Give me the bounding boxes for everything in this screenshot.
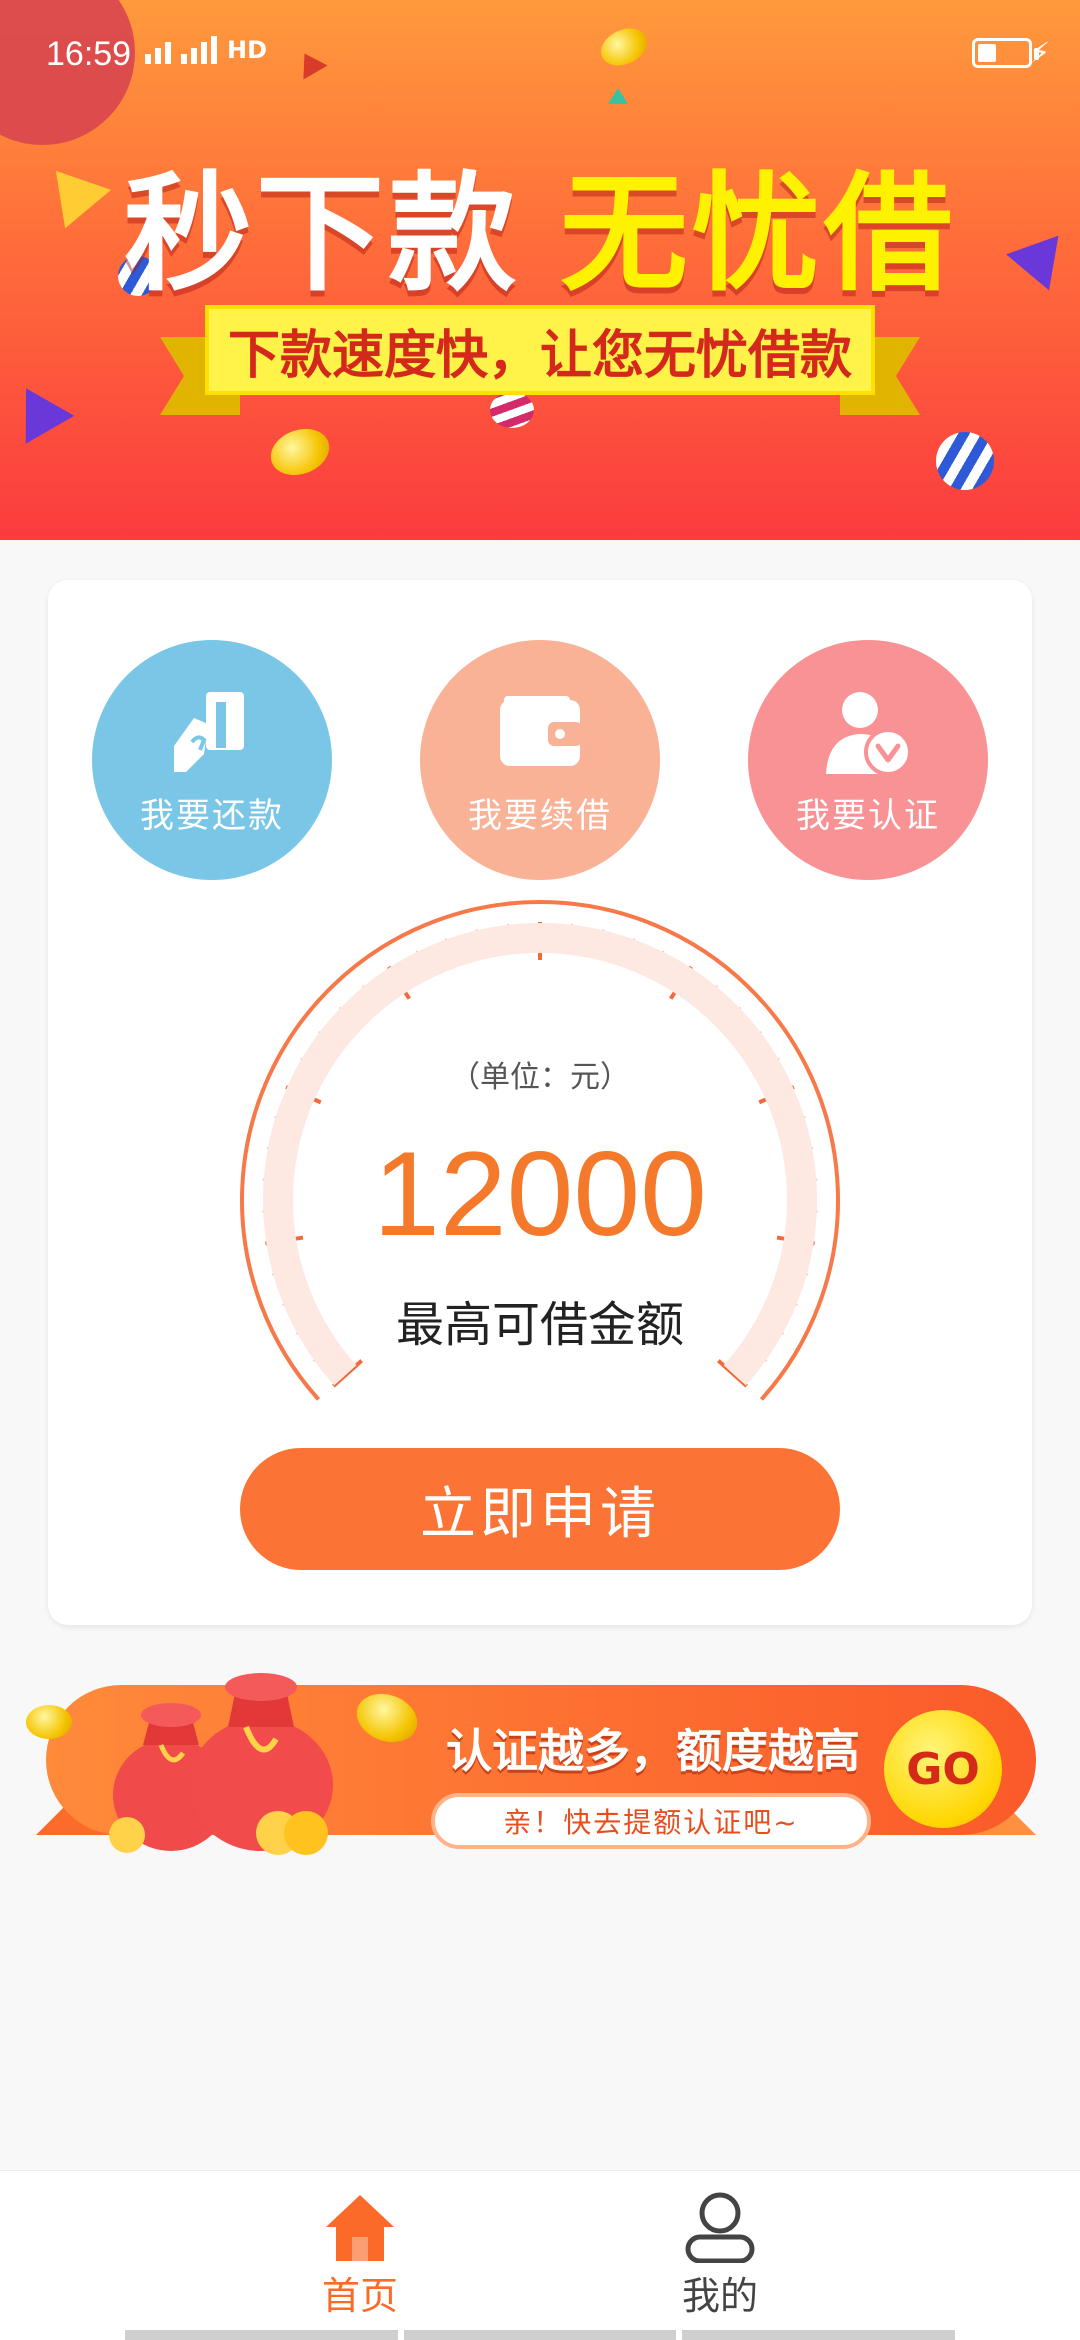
nav-home-label: 首页 [321, 2274, 398, 2318]
triangle-decor-icon [1, 374, 75, 444]
signal-icon [181, 36, 217, 64]
top-banner[interactable]: 16:59 HD ⚡ 秒下款 无忧借 下款速度快，让您无忧借款 [0, 0, 1080, 540]
repay-label: 我要还款 [140, 795, 284, 836]
promo-title: 认证越多，额度越高 [446, 1724, 860, 1778]
renew-button[interactable]: 我要续借 [420, 640, 660, 880]
nav-mine-label: 我的 [681, 2274, 758, 2318]
battery-icon [972, 38, 1039, 68]
promo-subtitle: 亲！快去提额认证吧~ [431, 1793, 871, 1849]
status-time: 16:59 [46, 35, 132, 73]
renew-label: 我要续借 [468, 795, 612, 836]
loan-card: 我要还款 我要续借 我要认证 （单位：元） 12000 最高可借金额 立即申请 [48, 580, 1032, 1625]
apply-now-button[interactable]: 立即申请 [240, 1448, 840, 1570]
gesture-bar [125, 2330, 956, 2340]
charging-icon: ⚡ [1030, 36, 1050, 69]
signal-indicators: HD [145, 36, 267, 64]
go-button[interactable]: GO [884, 1710, 1002, 1828]
repay-button[interactable]: 我要还款 [92, 640, 332, 880]
max-loan-amount: 12000 [373, 1127, 707, 1261]
signal-icon [145, 42, 171, 64]
promo-banner[interactable]: 认证越多，额度越高 亲！快去提额认证吧~ GO [26, 1655, 1046, 1880]
max-loan-caption: 最高可借金额 [395, 1297, 684, 1353]
status-bar: 16:59 HD ⚡ [0, 0, 1080, 110]
nav-mine[interactable]: 我的 [620, 2191, 820, 2326]
coin-decor-icon [264, 421, 336, 483]
banner-subtitle: 下款速度快，让您无忧借款 [205, 305, 875, 395]
hd-badge: HD [227, 36, 268, 64]
user-icon [685, 2192, 755, 2263]
banner-title-left: 秒下款 [123, 160, 520, 309]
money-bag-icon [189, 1673, 333, 1855]
triangle-decor-icon [608, 88, 628, 104]
nav-home[interactable]: 首页 [260, 2191, 460, 2326]
verify-button[interactable]: 我要认证 [748, 640, 988, 880]
verify-label: 我要认证 [796, 795, 940, 836]
banner-title: 秒下款 无忧借 [0, 130, 1080, 315]
gauge-unit: （单位：元） [450, 1060, 630, 1095]
banner-title-right: 无忧借 [560, 160, 957, 309]
wallet-icon [500, 695, 582, 766]
ball-decor-icon [936, 432, 994, 490]
home-icon [326, 2195, 394, 2261]
bottom-nav: 首页 我的 [0, 2170, 1080, 2340]
repay-card-icon [174, 691, 244, 772]
coin-decor-icon [26, 1705, 72, 1739]
app-root: 16:59 HD ⚡ 秒下款 无忧借 下款速度快，让您无忧借款 我要还款 我要续… [0, 0, 1080, 2340]
credit-gauge: （单位：元） 12000 最高可借金额 [230, 900, 850, 1420]
banner-ribbon: 下款速度快，让您无忧借款 [160, 305, 920, 415]
user-verify-icon [826, 691, 912, 776]
